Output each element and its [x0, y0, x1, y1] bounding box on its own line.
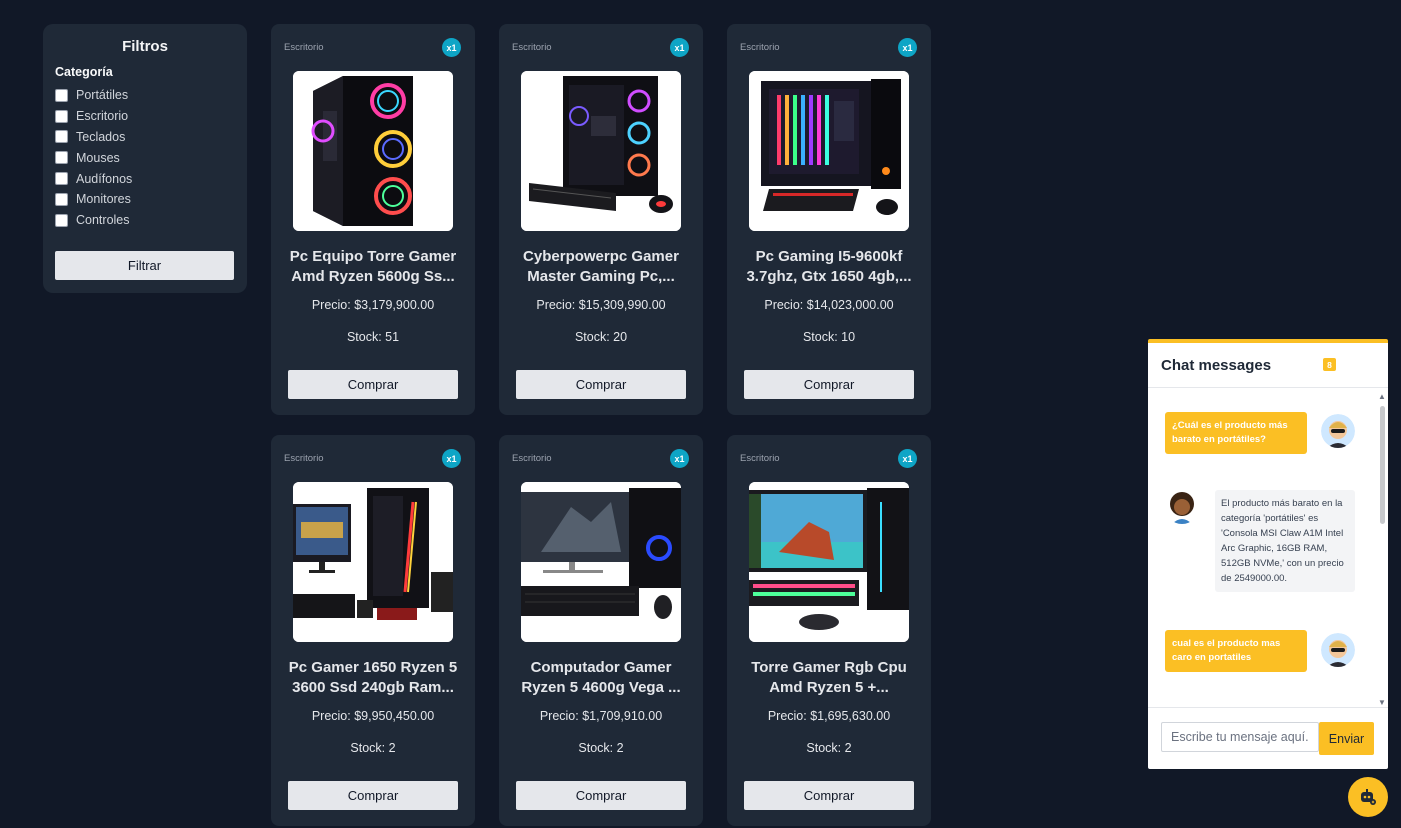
bot-avatar-icon: [1165, 490, 1199, 524]
filters-panel: Filtros Categoría Portátiles Escritorio …: [43, 24, 247, 293]
product-image: [293, 71, 453, 231]
message-count-badge: 8: [1323, 358, 1336, 371]
product-card: Escritorio x1: [727, 24, 931, 415]
product-image: [521, 482, 681, 642]
chat-widget: Chat messages 8 ¿Cuál es el producto más…: [1148, 339, 1388, 769]
user-message: cual es el producto mas caro en portatil…: [1165, 630, 1307, 672]
product-price: Precio: $3,179,900.00: [311, 298, 435, 312]
category-option-label: Escritorio: [76, 109, 129, 124]
product-grid: Escritorio x1 Pc Equipo Torre Gamer Amd …: [271, 24, 931, 826]
product-stock: Stock: 20: [574, 330, 628, 344]
product-price: Precio: $14,023,000.00: [764, 298, 894, 312]
chat-title: Chat messages: [1161, 357, 1272, 374]
product-card: Escritorio x1: [271, 435, 475, 826]
category-option-teclados[interactable]: Teclados: [55, 127, 235, 148]
product-stock: Stock: 2: [806, 741, 852, 755]
category-option-label: Monitores: [76, 192, 131, 207]
chat-message-input[interactable]: [1161, 722, 1319, 752]
product-category: Escritorio: [740, 42, 780, 53]
chat-header: Chat messages 8: [1148, 343, 1388, 388]
category-option-label: Teclados: [76, 129, 126, 144]
product-image: [749, 71, 909, 231]
product-card: Escritorio x1 Pc Equipo Torre Gamer Amd …: [271, 24, 475, 415]
buy-button[interactable]: Comprar: [516, 781, 686, 810]
user-message: ¿Cuál es el producto más barato en portá…: [1165, 412, 1307, 454]
checkbox[interactable]: [55, 192, 68, 206]
product-category: Escritorio: [284, 453, 324, 464]
filter-button[interactable]: Filtrar: [55, 251, 234, 280]
buy-button[interactable]: Comprar: [288, 370, 458, 399]
checkbox[interactable]: [55, 151, 68, 165]
product-price: Precio: $9,950,450.00: [311, 709, 435, 723]
product-name[interactable]: Pc Equipo Torre Gamer Amd Ryzen 5600g Ss…: [283, 247, 463, 287]
product-stock: Stock: 10: [802, 330, 856, 344]
category-option-mouses[interactable]: Mouses: [55, 147, 235, 168]
quantity-badge: x1: [442, 449, 461, 468]
category-option-label: Portátiles: [76, 88, 129, 103]
chat-scrollbar[interactable]: ▲ ▼: [1376, 392, 1388, 711]
category-option-monitores[interactable]: Monitores: [55, 189, 235, 210]
product-price: Precio: $15,309,990.00: [536, 298, 666, 312]
product-stock: Stock: 51: [346, 330, 400, 344]
category-option-controles[interactable]: Controles: [55, 210, 235, 231]
scroll-down-icon[interactable]: ▼: [1378, 698, 1386, 707]
checkbox[interactable]: [55, 130, 68, 144]
user-avatar-icon: [1321, 414, 1355, 448]
checkbox[interactable]: [55, 213, 68, 227]
category-list: Portátiles Escritorio Teclados Mouses Au…: [55, 85, 235, 231]
send-button[interactable]: Enviar: [1319, 722, 1374, 755]
category-option-audifonos[interactable]: Audífonos: [55, 168, 235, 189]
product-name[interactable]: Pc Gaming I5-9600kf 3.7ghz, Gtx 1650 4gb…: [739, 247, 919, 287]
product-image: [749, 482, 909, 642]
product-card: Escritorio x1 Torre Gamer Rgb Cpu Amd Ry…: [727, 435, 931, 826]
buy-button[interactable]: Comprar: [744, 370, 914, 399]
store-page: Filtros Categoría Portátiles Escritorio …: [0, 0, 1401, 828]
product-stock: Stock: 2: [350, 741, 396, 755]
product-card: Escritorio x1 Computador Gamer Ryzen 5 4…: [499, 435, 703, 826]
product-name[interactable]: Pc Gamer 1650 Ryzen 5 3600 Ssd 240gb Ram…: [283, 658, 463, 698]
product-stock: Stock: 2: [578, 741, 624, 755]
chat-footer: Enviar: [1148, 707, 1388, 769]
filters-title: Filtros: [122, 38, 168, 55]
checkbox[interactable]: [55, 88, 68, 102]
scroll-thumb[interactable]: [1380, 406, 1385, 524]
category-option-label: Controles: [76, 213, 130, 228]
product-price: Precio: $1,695,630.00: [767, 709, 891, 723]
quantity-badge: x1: [898, 449, 917, 468]
checkbox[interactable]: [55, 109, 68, 123]
product-category: Escritorio: [284, 42, 324, 53]
chat-messages[interactable]: ¿Cuál es el producto más barato en portá…: [1148, 392, 1388, 711]
category-option-portatiles[interactable]: Portátiles: [55, 85, 235, 106]
product-image: [521, 71, 681, 231]
user-avatar-icon: [1321, 633, 1355, 667]
quantity-badge: x1: [670, 449, 689, 468]
chatbot-icon: [1361, 789, 1376, 805]
product-category: Escritorio: [512, 42, 552, 53]
chat-toggle-button[interactable]: [1348, 777, 1388, 817]
product-name[interactable]: Computador Gamer Ryzen 5 4600g Vega ...: [511, 658, 691, 698]
category-option-label: Audífonos: [76, 171, 133, 186]
quantity-badge: x1: [898, 38, 917, 57]
buy-button[interactable]: Comprar: [744, 781, 914, 810]
scroll-up-icon[interactable]: ▲: [1378, 392, 1386, 401]
quantity-badge: x1: [442, 38, 461, 57]
product-category: Escritorio: [740, 453, 780, 464]
bot-message: El producto más barato en la categoría '…: [1215, 490, 1355, 592]
product-image: [293, 482, 453, 642]
product-price: Precio: $1,709,910.00: [539, 709, 663, 723]
product-name[interactable]: Cyberpowerpc Gamer Master Gaming Pc,...: [511, 247, 691, 287]
buy-button[interactable]: Comprar: [288, 781, 458, 810]
product-name[interactable]: Torre Gamer Rgb Cpu Amd Ryzen 5 +...: [739, 658, 919, 698]
product-category: Escritorio: [512, 453, 552, 464]
category-option-label: Mouses: [76, 150, 120, 165]
buy-button[interactable]: Comprar: [516, 370, 686, 399]
quantity-badge: x1: [670, 38, 689, 57]
category-option-escritorio[interactable]: Escritorio: [55, 106, 235, 127]
checkbox[interactable]: [55, 172, 68, 186]
product-card: Escritorio x1 Cyberpowerpc Gamer Master …: [499, 24, 703, 415]
category-label: Categoría: [55, 65, 113, 79]
